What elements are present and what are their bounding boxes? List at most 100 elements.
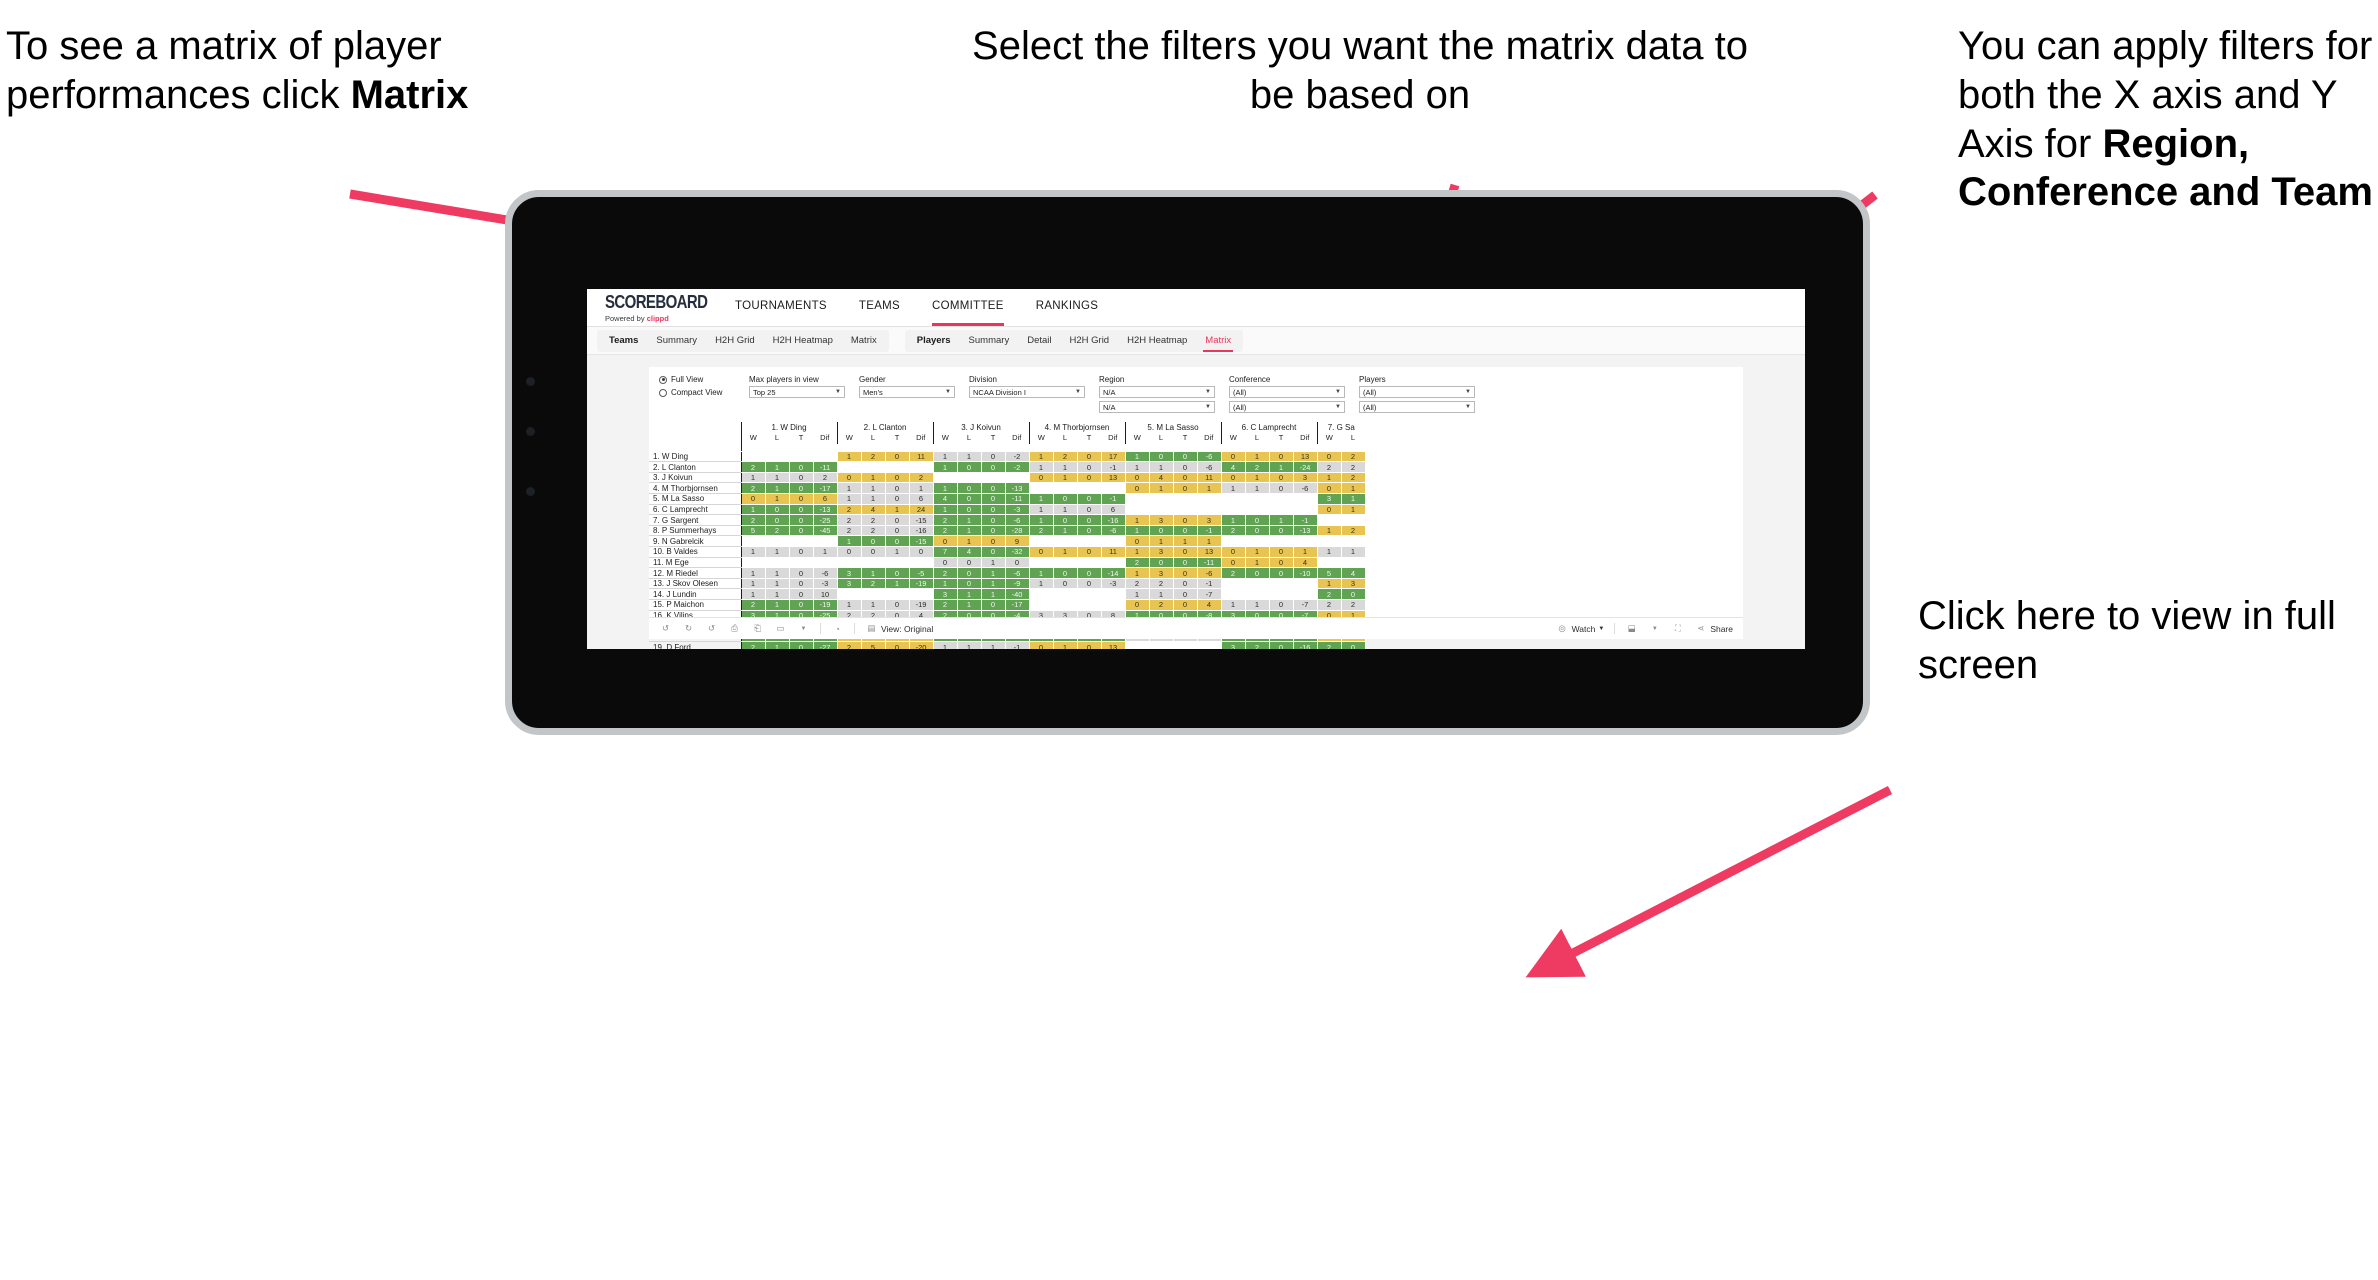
matrix-cell[interactable] [1100, 588, 1126, 600]
matrix-cell[interactable]: 2 [740, 514, 766, 526]
matrix-cell[interactable]: 0 [980, 493, 1006, 505]
matrix-cell[interactable]: 0 [1268, 482, 1294, 495]
matrix-cell[interactable]: -19 [908, 599, 934, 611]
matrix-cell[interactable]: 1 [1052, 524, 1078, 537]
matrix-cell[interactable] [1076, 535, 1102, 548]
matrix-cell[interactable]: 1 [1124, 450, 1150, 463]
matrix-cell[interactable]: 1 [740, 471, 766, 484]
matrix-cell[interactable] [812, 535, 838, 548]
matrix-cell[interactable]: 6 [1100, 503, 1126, 516]
matrix-cell[interactable]: 0 [1076, 546, 1102, 558]
share-button[interactable]: ⋖ Share [1694, 622, 1733, 635]
matrix-cell[interactable]: 1 [860, 471, 886, 484]
matrix-cell[interactable]: 1 [932, 577, 958, 590]
matrix-cell[interactable]: 0 [740, 493, 766, 505]
matrix-cell[interactable]: -19 [908, 577, 934, 590]
matrix-cell[interactable]: 1 [1124, 461, 1150, 473]
matrix-cell[interactable]: 1 [1244, 450, 1270, 463]
matrix-cell[interactable]: 0 [1220, 546, 1246, 558]
matrix-cell[interactable]: 0 [884, 514, 910, 526]
matrix-cell[interactable] [788, 556, 814, 569]
matrix-cell[interactable]: 1 [932, 461, 958, 473]
matrix-cell[interactable]: 1 [740, 588, 766, 600]
matrix-cell[interactable]: 0 [1244, 567, 1270, 579]
matrix-cell[interactable] [764, 556, 790, 569]
matrix-cell[interactable]: 0 [1172, 577, 1198, 590]
matrix-cell[interactable]: 0 [884, 535, 910, 548]
matrix-cell[interactable]: 0 [1076, 577, 1102, 590]
matrix-cell[interactable] [1100, 556, 1126, 569]
tab-players-h2h-grid[interactable]: H2H Grid [1070, 335, 1110, 346]
matrix-cell[interactable] [1028, 482, 1054, 495]
matrix-cell[interactable]: 0 [788, 567, 814, 579]
matrix-cell[interactable]: 0 [1172, 567, 1198, 579]
matrix-cell[interactable]: -1 [1100, 493, 1126, 505]
nav-rankings[interactable]: RANKINGS [1036, 289, 1098, 326]
matrix-cell[interactable]: 0 [788, 493, 814, 505]
matrix-cell[interactable]: -2 [1004, 450, 1030, 463]
chevron-down-icon[interactable]: ▼ [1648, 622, 1661, 635]
matrix-cell[interactable] [1244, 588, 1270, 600]
matrix-cell[interactable]: 1 [1028, 493, 1054, 505]
matrix-cell[interactable]: 1 [1316, 546, 1342, 558]
matrix-cell[interactable]: -16 [908, 524, 934, 537]
matrix-cell[interactable]: 1 [932, 450, 958, 463]
matrix-cell[interactable]: 0 [1124, 471, 1150, 484]
matrix-cell[interactable] [1028, 599, 1054, 611]
matrix-cell[interactable]: -25 [812, 514, 838, 526]
matrix-cell[interactable]: 2 [1316, 599, 1342, 611]
matrix-cell[interactable]: 0 [788, 599, 814, 611]
matrix-cell[interactable]: 1 [932, 482, 958, 495]
matrix-cell[interactable]: 1 [1268, 461, 1294, 473]
matrix-cell[interactable]: -17 [812, 482, 838, 495]
matrix-cell[interactable]: -27 [812, 641, 838, 649]
matrix-cell[interactable]: -3 [1004, 503, 1030, 516]
matrix-cell[interactable]: 0 [1076, 524, 1102, 537]
matrix-cell[interactable]: 1 [1148, 482, 1174, 495]
matrix-cell[interactable]: 2 [1124, 577, 1150, 590]
matrix-cell[interactable]: 0 [1172, 471, 1198, 484]
matrix-cell[interactable]: 2 [836, 641, 862, 649]
matrix-cell[interactable]: 1 [1244, 482, 1270, 495]
matrix-cell[interactable]: 1 [836, 599, 862, 611]
matrix-cell[interactable]: 2 [1148, 599, 1174, 611]
matrix-cell[interactable]: 1 [1052, 471, 1078, 484]
matrix-cell[interactable]: 0 [1172, 556, 1198, 569]
tab-players-summary[interactable]: Summary [969, 335, 1010, 346]
view-original-button[interactable]: ▤ View: Original [865, 622, 933, 635]
matrix-cell[interactable]: 2 [932, 599, 958, 611]
matrix-cell[interactable] [740, 535, 766, 548]
matrix-cell[interactable]: 4 [956, 546, 982, 558]
matrix-cell[interactable]: -1 [1196, 524, 1222, 537]
matrix-cell[interactable]: 0 [956, 567, 982, 579]
matrix-cell[interactable]: 1 [956, 599, 982, 611]
matrix-cell[interactable]: 13 [1100, 641, 1126, 649]
redo-icon[interactable]: ↻ [682, 622, 695, 635]
table-row[interactable]: 19. D Ford 2 1 0 -27 2 5 0 -20 1 1 1 -1 0 1 0 13 3 2 0 -16 2 0 [649, 641, 1366, 649]
matrix-cell[interactable]: -16 [1100, 514, 1126, 526]
matrix-cell[interactable] [1172, 493, 1198, 505]
matrix-cell[interactable]: 0 [980, 503, 1006, 516]
matrix-cell[interactable]: 1 [1124, 588, 1150, 600]
matrix-cell[interactable]: 0 [764, 514, 790, 526]
nav-tournaments[interactable]: TOURNAMENTS [735, 289, 827, 326]
matrix-cell[interactable]: 1 [1196, 482, 1222, 495]
matrix-cell[interactable]: 2 [740, 461, 766, 473]
matrix-cell[interactable] [860, 461, 886, 473]
table-row[interactable]: 11. M Ege 0 0 1 0 2 0 0 -11 0 1 0 4 [649, 556, 1366, 569]
matrix-cell[interactable]: 0 [1220, 556, 1246, 569]
tab-teams-summary[interactable]: Summary [656, 335, 697, 346]
matrix-cell[interactable]: 2 [836, 503, 862, 516]
tab-players-matrix[interactable]: Matrix [1203, 335, 1234, 352]
table-row[interactable]: 14. J Lundin 1 1 0 10 3 1 1 -40 1 1 0 -7 2 0 [649, 588, 1366, 600]
matrix-cell[interactable]: 1 [980, 588, 1006, 600]
matrix-cell[interactable]: 0 [860, 535, 886, 548]
matrix-cell[interactable] [1052, 556, 1078, 569]
matrix-cell[interactable]: 1 [1052, 461, 1078, 473]
matrix-cell[interactable]: 0 [1340, 641, 1366, 649]
matrix-cell[interactable]: -45 [812, 524, 838, 537]
matrix-cell[interactable]: 0 [1268, 641, 1294, 649]
matrix-cell[interactable]: 0 [1076, 503, 1102, 516]
matrix-cell[interactable]: 1 [764, 493, 790, 505]
matrix-cell[interactable]: 0 [1124, 535, 1150, 548]
